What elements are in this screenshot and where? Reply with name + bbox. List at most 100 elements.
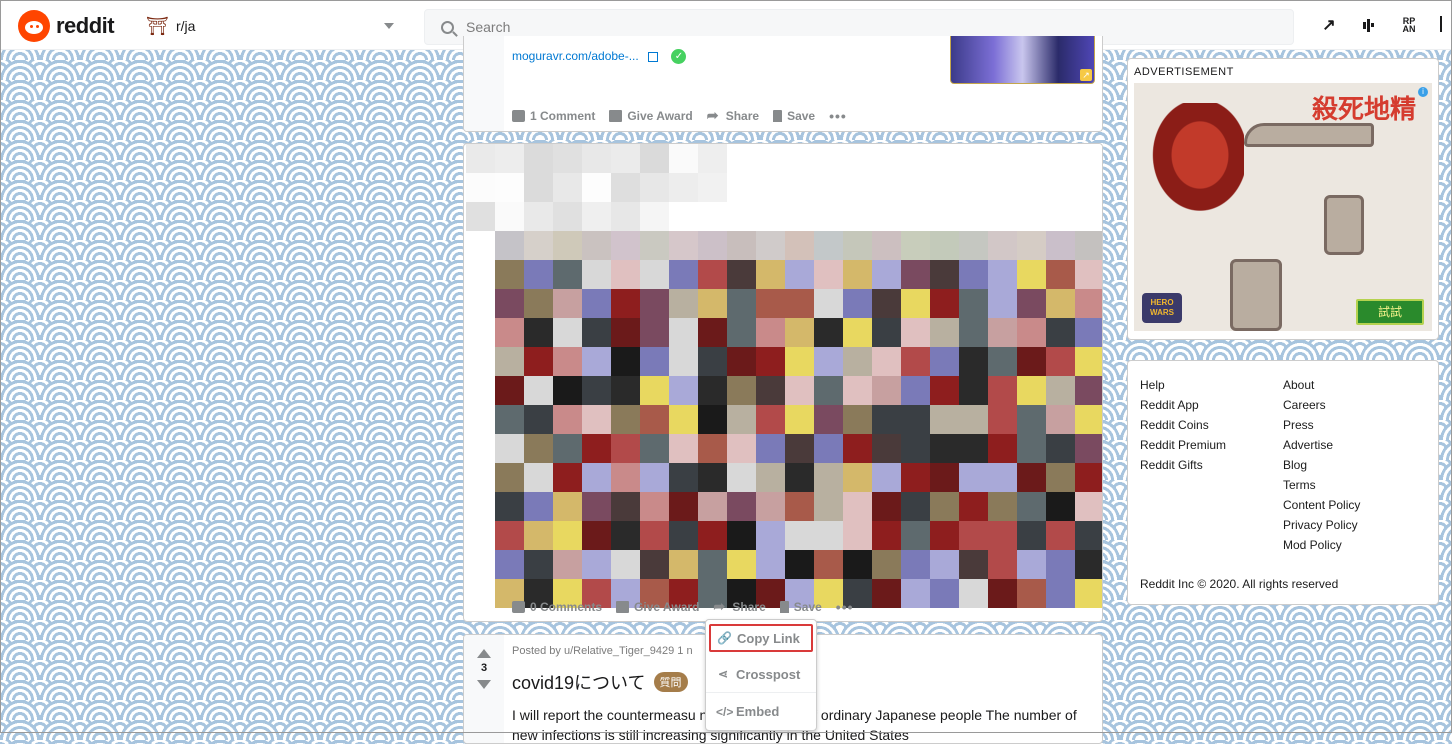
footer-link[interactable]: Press <box>1283 415 1360 435</box>
footer-link[interactable]: Reddit App <box>1140 395 1226 415</box>
search-input[interactable] <box>464 18 1248 36</box>
image-pixel <box>959 492 988 521</box>
image-pixel <box>524 289 553 318</box>
footer-link[interactable]: Blog <box>1283 455 1360 475</box>
crosspost-menu-item[interactable]: ⋖ Crosspost <box>706 656 816 693</box>
footer-link[interactable]: Mod Policy <box>1283 535 1360 555</box>
comments-button[interactable]: 0 Comments <box>512 600 602 614</box>
footer-links-left: Help Reddit App Reddit Coins Reddit Premium… <box>1140 375 1226 475</box>
image-pixel <box>582 289 611 318</box>
ad-info-icon[interactable]: i <box>1418 87 1428 97</box>
post-card[interactable]: 0 Comments Give Award Share Save ••• <box>463 143 1103 622</box>
image-pixel <box>872 550 901 579</box>
verified-check-icon: ✓ <box>671 49 687 65</box>
pipe-illustration <box>1244 123 1374 147</box>
image-pixel <box>582 173 611 202</box>
image-pixel <box>495 173 524 202</box>
comments-button[interactable]: 1 Comment <box>512 109 595 123</box>
image-pixel <box>1017 231 1046 260</box>
header-edge-icon[interactable] <box>1440 16 1442 32</box>
stats-icon[interactable] <box>1358 14 1380 36</box>
give-award-button[interactable]: Give Award <box>609 109 693 123</box>
footer-link[interactable]: Content Policy <box>1283 495 1360 515</box>
share-button[interactable]: Share <box>707 107 759 124</box>
post-card[interactable]: moguravr.com/adobe-... ✓ ↗ 1 Comment Giv… <box>463 36 1103 132</box>
image-pixel <box>466 463 495 492</box>
image-pixel <box>1075 202 1102 231</box>
image-pixel <box>1075 405 1102 434</box>
save-button[interactable]: Save <box>773 109 815 123</box>
give-award-button[interactable]: Give Award <box>616 600 699 614</box>
image-pixel <box>466 376 495 405</box>
source-link[interactable]: moguravr.com/adobe-... ✓ <box>512 49 687 65</box>
image-pixel <box>959 550 988 579</box>
ad-cta-button[interactable]: 試試 <box>1356 299 1424 325</box>
footer-link[interactable]: Reddit Gifts <box>1140 455 1226 475</box>
image-pixel <box>466 318 495 347</box>
image-pixel <box>785 144 814 173</box>
posted-by[interactable]: Posted by u/Relative_Tiger_9429 1 n <box>512 645 693 657</box>
image-pixel <box>524 463 553 492</box>
trending-icon[interactable]: ↗ <box>1318 14 1340 36</box>
image-pixel <box>1046 434 1075 463</box>
footer-link[interactable]: Reddit Premium <box>1140 435 1226 455</box>
post-title[interactable]: covid19について 質問 <box>512 669 688 695</box>
reddit-logo[interactable]: reddit <box>18 10 115 42</box>
share-button[interactable]: Share <box>713 598 765 615</box>
tower-illustration <box>1324 195 1364 255</box>
image-pixel <box>872 434 901 463</box>
footer-link[interactable]: Terms <box>1283 475 1360 495</box>
image-pixel <box>959 202 988 231</box>
image-pixel <box>698 202 727 231</box>
footer-link[interactable]: Reddit Coins <box>1140 415 1226 435</box>
post-actions: 1 Comment Give Award Share Save ••• <box>512 107 847 124</box>
image-pixel <box>466 405 495 434</box>
more-options-button[interactable]: ••• <box>836 599 854 615</box>
image-pixel <box>495 521 524 550</box>
image-pixel <box>524 492 553 521</box>
footer-link[interactable]: Privacy Policy <box>1283 515 1360 535</box>
downvote-arrow-icon[interactable] <box>477 680 491 689</box>
image-pixel <box>727 521 756 550</box>
image-pixel <box>1075 260 1102 289</box>
image-pixel <box>901 376 930 405</box>
footer-link[interactable]: Help <box>1140 375 1226 395</box>
copy-link-menu-item[interactable]: 🔗 Copy Link <box>709 624 813 652</box>
copyright: Reddit Inc © 2020. All rights reserved <box>1140 577 1339 591</box>
image-pixel <box>930 289 959 318</box>
post-flair[interactable]: 質問 <box>653 672 688 692</box>
image-pixel <box>1075 231 1102 260</box>
upvote-arrow-icon[interactable] <box>477 649 491 658</box>
ad-image[interactable]: 殺死地精 i HERO WARS 試試 <box>1134 83 1432 331</box>
image-pixel <box>1075 550 1102 579</box>
image-pixel <box>1046 347 1075 376</box>
footer-link[interactable]: Careers <box>1283 395 1360 415</box>
save-button[interactable]: Save <box>779 600 822 614</box>
footer-link[interactable]: Advertise <box>1283 435 1360 455</box>
more-options-button[interactable]: ••• <box>829 108 847 124</box>
image-pixel <box>698 173 727 202</box>
image-pixel <box>495 318 524 347</box>
image-pixel <box>553 463 582 492</box>
image-pixel <box>814 289 843 318</box>
pixelated-post-image[interactable] <box>464 144 1102 608</box>
rpan-icon[interactable]: RP AN <box>1398 14 1420 36</box>
share-icon <box>707 107 721 124</box>
image-pixel <box>843 347 872 376</box>
image-pixel <box>959 521 988 550</box>
footer-link[interactable]: About <box>1283 375 1360 395</box>
image-pixel <box>756 463 785 492</box>
comments-label: 0 Comments <box>530 600 603 614</box>
vote-rail <box>464 36 504 131</box>
image-pixel <box>669 231 698 260</box>
image-pixel <box>901 202 930 231</box>
embed-menu-item[interactable]: </> Embed <box>706 693 816 730</box>
image-pixel <box>1075 173 1102 202</box>
bookmark-icon <box>779 601 789 613</box>
share-menu: 🔗 Copy Link ⋖ Crosspost </> Embed <box>705 619 817 731</box>
dragon-illustration <box>1134 103 1244 233</box>
image-pixel <box>959 231 988 260</box>
search-icon <box>441 20 454 34</box>
post-thumbnail[interactable]: ↗ <box>950 36 1095 84</box>
community-switcher[interactable]: ⛩ r/ja <box>146 10 408 42</box>
